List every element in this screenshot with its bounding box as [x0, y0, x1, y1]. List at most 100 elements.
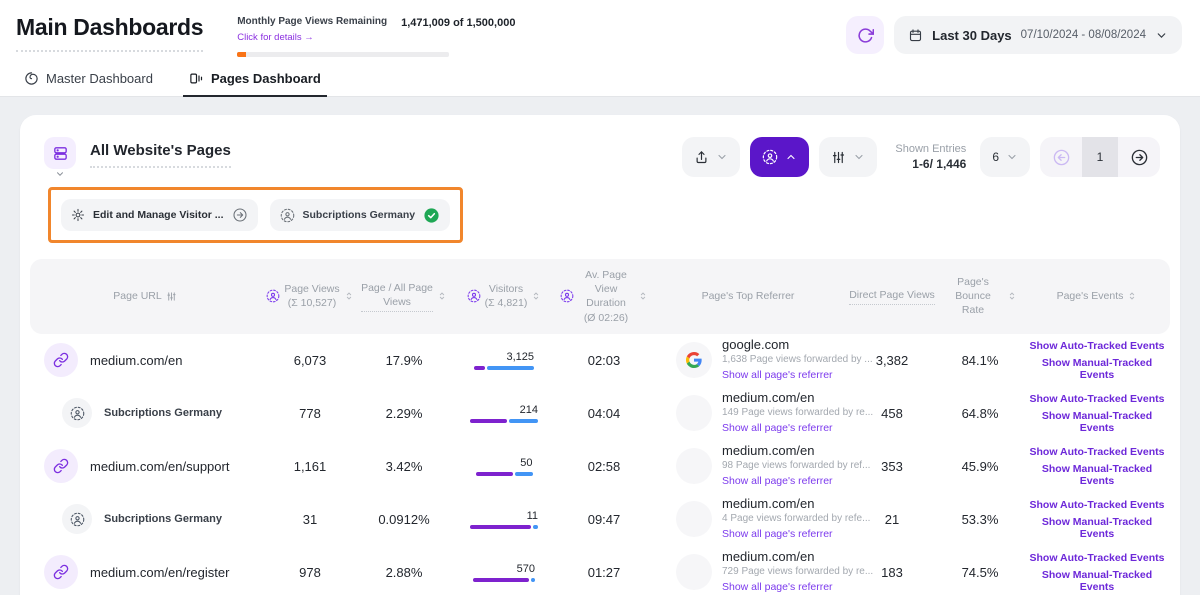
share-value: 17.9%	[360, 353, 448, 368]
chevron-down-icon	[1155, 29, 1168, 42]
sort-icon	[344, 291, 354, 301]
show-manual-tracked-link[interactable]: Show Manual-Tracked Events	[1024, 410, 1170, 434]
table-header: Page URL Page Views (Σ 10,527)	[30, 259, 1170, 334]
page-url: medium.com/en	[90, 353, 182, 368]
show-all-referrer-link[interactable]: Show all page's referrer	[722, 422, 833, 434]
table-row: Subcriptions Germany 778 2.29% 214 04:04	[20, 387, 1180, 440]
quota-details-link[interactable]: Click for details →	[237, 32, 314, 43]
user-icon	[467, 289, 481, 303]
visitors-bar	[470, 419, 538, 423]
direct-views-value: 458	[848, 406, 936, 421]
tab-master-dashboard[interactable]: Master Dashboard	[10, 69, 167, 96]
show-all-referrer-link[interactable]: Show all page's referrer	[722, 528, 833, 540]
col-page-url[interactable]: Page URL	[30, 289, 260, 303]
refresh-button[interactable]	[846, 16, 884, 54]
user-icon	[62, 504, 92, 534]
col-share[interactable]: Page / All Page Views	[360, 281, 448, 312]
table-row: medium.com/en/register 978 2.88% 570 01:…	[20, 546, 1180, 595]
show-auto-tracked-link[interactable]: Show Auto-Tracked Events	[1030, 552, 1165, 564]
show-all-referrer-link[interactable]: Show all page's referrer	[722, 369, 833, 381]
referrer-name: medium.com/en	[722, 549, 873, 564]
visitors-cell: 570	[448, 563, 560, 582]
col-top-referrer: Page's Top Referrer	[648, 289, 848, 303]
database-icon	[52, 145, 69, 162]
page-size-select[interactable]: 6	[980, 137, 1030, 177]
show-auto-tracked-link[interactable]: Show Auto-Tracked Events	[1030, 340, 1165, 352]
show-manual-tracked-link[interactable]: Show Manual-Tracked Events	[1024, 516, 1170, 540]
prev-page-button[interactable]	[1040, 137, 1082, 177]
sliders-icon	[166, 291, 177, 302]
sort-icon	[531, 291, 541, 301]
user-icon	[280, 208, 295, 223]
page-views-value: 6,073	[260, 353, 360, 368]
widget-type-selector[interactable]	[44, 137, 76, 179]
next-page-button[interactable]	[1118, 137, 1160, 177]
show-auto-tracked-link[interactable]: Show Auto-Tracked Events	[1030, 393, 1165, 405]
visitors-bar-blue	[509, 419, 538, 423]
col-events[interactable]: Page's Events	[1024, 289, 1170, 303]
refresh-icon	[857, 27, 874, 44]
show-manual-tracked-link[interactable]: Show Manual-Tracked Events	[1024, 357, 1170, 381]
direct-views-value: 3,382	[848, 353, 936, 368]
page-url: medium.com/en/register	[90, 565, 229, 580]
bounce-rate-value: 64.8%	[936, 406, 1024, 421]
show-manual-tracked-link[interactable]: Show Manual-Tracked Events	[1024, 463, 1170, 487]
visitors-cell: 50	[448, 457, 560, 476]
user-icon	[762, 149, 778, 165]
edit-visitor-filter-chip[interactable]: Edit and Manage Visitor ...	[61, 199, 258, 231]
page-url: Subcriptions Germany	[104, 513, 222, 525]
duration-value: 01:27	[560, 565, 648, 580]
duration-value: 09:47	[560, 512, 648, 527]
show-all-referrer-link[interactable]: Show all page's referrer	[722, 581, 833, 593]
show-auto-tracked-link[interactable]: Show Auto-Tracked Events	[1030, 499, 1165, 511]
bounce-rate-value: 74.5%	[936, 565, 1024, 580]
col-duration[interactable]: Av. Page View Duration (Ø 02:26)	[560, 268, 648, 325]
show-auto-tracked-link[interactable]: Show Auto-Tracked Events	[1030, 446, 1165, 458]
table-body: medium.com/en 6,073 17.9% 3,125 02:03	[20, 334, 1180, 595]
duration-value: 02:03	[560, 353, 648, 368]
google-icon	[676, 554, 712, 590]
quota-progress-bar	[237, 52, 449, 57]
visitors-bar-purple	[476, 472, 513, 476]
sort-icon	[638, 291, 648, 301]
visitors-value: 214	[520, 404, 538, 416]
visitors-bar	[473, 578, 535, 582]
export-button[interactable]	[682, 137, 740, 177]
share-value: 2.88%	[360, 565, 448, 580]
user-icon	[560, 289, 574, 303]
segment-filter-button[interactable]	[750, 137, 809, 177]
columns-settings-button[interactable]	[819, 137, 877, 177]
visitors-bar-blue	[531, 578, 535, 582]
visitors-bar-blue	[515, 472, 533, 476]
show-manual-tracked-link[interactable]: Show Manual-Tracked Events	[1024, 569, 1170, 593]
date-range-picker[interactable]: Last 30 Days 07/10/2024 - 08/08/2024	[894, 16, 1182, 54]
page-views-value: 978	[260, 565, 360, 580]
visitors-bar	[470, 525, 538, 529]
pagination: 1	[1040, 137, 1160, 177]
quota-progress-fill	[237, 52, 245, 57]
visitors-value: 3,125	[506, 351, 534, 363]
chevron-down-icon	[55, 169, 65, 179]
direct-views-value: 353	[848, 459, 936, 474]
visitors-bar	[476, 472, 533, 476]
col-bounce-rate[interactable]: Page's Bounce Rate	[936, 275, 1024, 318]
google-icon	[676, 448, 712, 484]
referrer-name: medium.com/en	[722, 496, 870, 511]
direct-views-value: 183	[848, 565, 936, 580]
col-direct-views: Direct Page Views	[848, 288, 936, 305]
current-page-number[interactable]: 1	[1082, 137, 1118, 177]
card-toolbar: Shown Entries 1-6/ 1,446 6 1	[682, 137, 1160, 177]
tab-label: Pages Dashboard	[211, 71, 321, 86]
link-icon	[44, 449, 78, 483]
bounce-rate-value: 84.1%	[936, 353, 1024, 368]
col-visitors[interactable]: Visitors (Σ 4,821)	[448, 282, 560, 310]
share-value: 3.42%	[360, 459, 448, 474]
top-bar: Main Dashboards Monthly Page Views Remai…	[0, 0, 1200, 57]
col-page-views[interactable]: Page Views (Σ 10,527)	[260, 282, 360, 310]
tab-pages-dashboard[interactable]: Pages Dashboard	[175, 69, 335, 96]
segment-filter-chip[interactable]: Subcriptions Germany	[270, 199, 451, 231]
show-all-referrer-link[interactable]: Show all page's referrer	[722, 475, 833, 487]
shown-entries-label: Shown Entries	[895, 143, 966, 155]
pages-card: All Website's Pages	[20, 115, 1180, 595]
sort-icon	[1127, 291, 1137, 301]
